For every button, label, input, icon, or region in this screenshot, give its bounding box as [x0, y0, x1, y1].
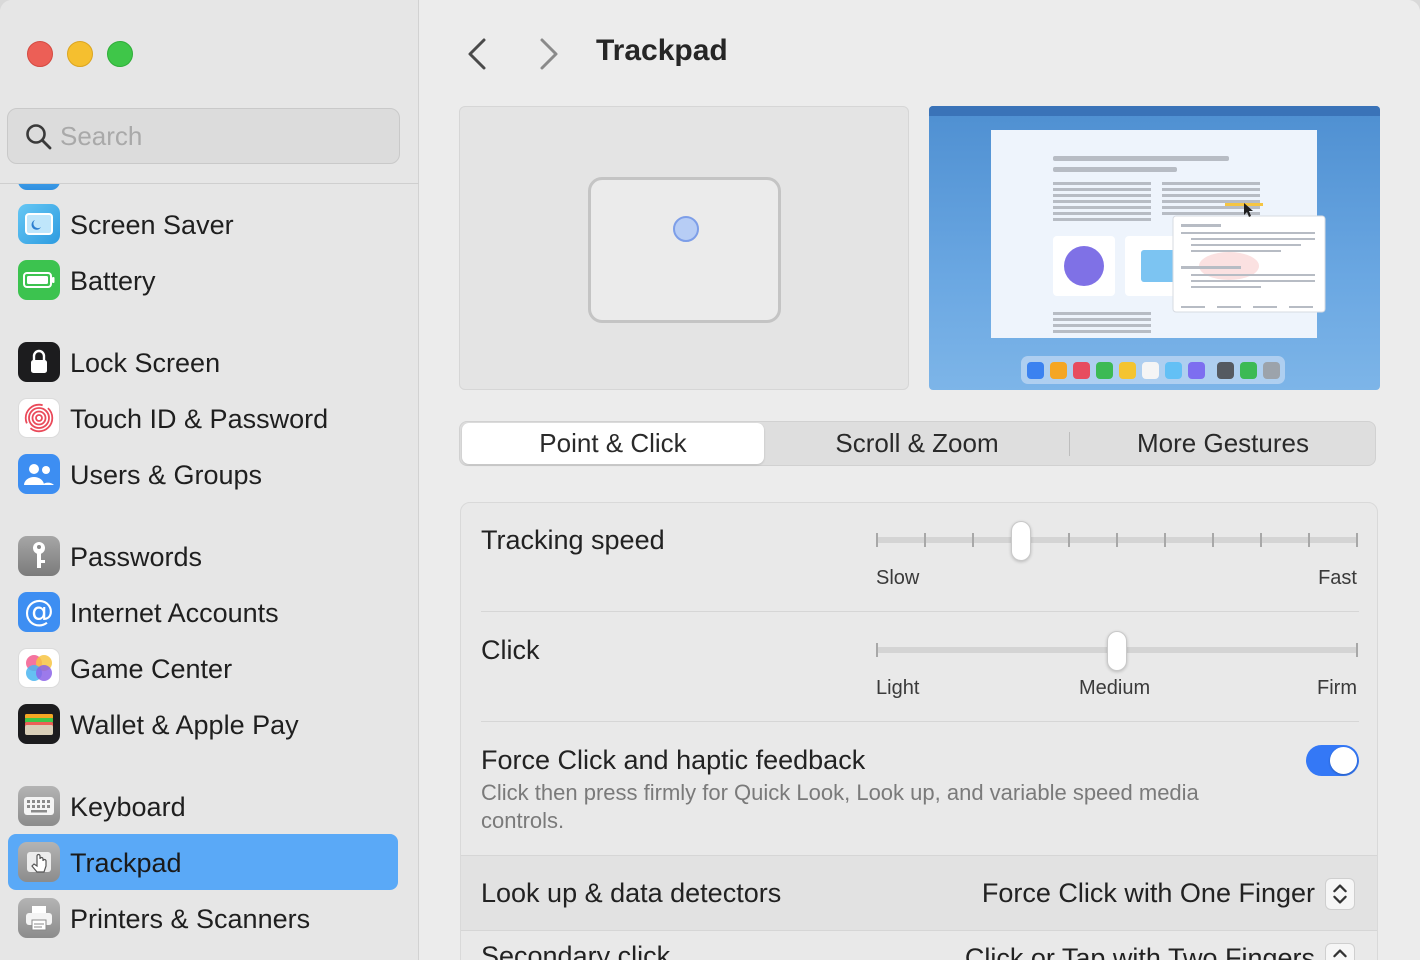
- sidebar-item-keyboard[interactable]: Keyboard: [8, 778, 398, 834]
- trackpad-icon: [18, 842, 60, 882]
- keyboard-icon: [18, 786, 60, 826]
- sidebar-list[interactable]: Screen Saver Battery Lock Screen Touch I…: [0, 184, 419, 960]
- trackpad-preview: [459, 106, 909, 390]
- sidebar-item-label: Passwords: [70, 542, 203, 572]
- slider-tick: [876, 643, 878, 657]
- sidebar-item-wallet[interactable]: Wallet & Apple Pay: [8, 696, 398, 752]
- tab-point-click[interactable]: Point & Click: [462, 423, 764, 464]
- forward-button[interactable]: [532, 34, 566, 74]
- slider-tick: [924, 533, 926, 547]
- fast-label: Fast: [1318, 567, 1357, 589]
- lookup-popup-chevrons-icon[interactable]: [1325, 878, 1355, 910]
- settings-window: Screen Saver Battery Lock Screen Touch I…: [0, 0, 1420, 960]
- battery-icon: [18, 260, 60, 300]
- settings-panel: Tracking speed Slow Fast Click Light Med…: [460, 502, 1378, 960]
- back-button[interactable]: [460, 34, 494, 74]
- sidebar-item-screen-saver[interactable]: Screen Saver: [8, 196, 398, 252]
- partially-hidden-item-icon: [18, 184, 60, 190]
- wallet-icon: [18, 704, 60, 744]
- toggle-knob: [1330, 747, 1357, 774]
- sidebar-item-label: Battery: [70, 266, 156, 296]
- secondary-click-popup-value[interactable]: Click or Tap with Two Fingers: [965, 943, 1315, 960]
- desktop-preview: [929, 106, 1380, 390]
- tab-bar: Point & Click Scroll & Zoom More Gesture…: [459, 421, 1376, 466]
- sidebar-item-internet-accounts[interactable]: @ Internet Accounts: [8, 584, 398, 640]
- slider-tick: [1356, 643, 1358, 657]
- minimize-button[interactable]: [67, 41, 93, 67]
- sidebar-item-printers-scanners[interactable]: Printers & Scanners: [8, 890, 398, 946]
- lock-icon: [18, 342, 60, 382]
- sidebar-item-label: Game Center: [70, 654, 233, 684]
- tab-scroll-zoom[interactable]: Scroll & Zoom: [766, 423, 1068, 464]
- close-button[interactable]: [27, 41, 53, 67]
- sidebar: Screen Saver Battery Lock Screen Touch I…: [0, 0, 419, 960]
- trackpad-illustration: [588, 177, 781, 323]
- slider-tick: [1308, 533, 1310, 547]
- sidebar-item-label: Trackpad: [70, 848, 182, 878]
- lookup-label: Look up & data detectors: [481, 878, 782, 908]
- slider-tick: [1164, 533, 1166, 547]
- sidebar-item-label: Lock Screen: [70, 348, 221, 378]
- sidebar-item-label: Touch ID & Password: [70, 404, 329, 434]
- slider-tick: [1116, 533, 1118, 547]
- secondary-click-label: Secondary click: [481, 941, 671, 960]
- slider-tick: [876, 533, 878, 547]
- sidebar-item-lock-screen[interactable]: Lock Screen: [8, 334, 398, 390]
- sidebar-item-label: Wallet & Apple Pay: [70, 710, 299, 740]
- slow-label: Slow: [876, 567, 920, 589]
- slider-thumb[interactable]: [1107, 631, 1127, 671]
- sidebar-item-touch-id[interactable]: Touch ID & Password: [8, 390, 398, 446]
- slider-tick: [972, 533, 974, 547]
- page-title: Trackpad: [596, 34, 728, 67]
- tab-separator: [1069, 432, 1070, 456]
- sidebar-item-passwords[interactable]: Passwords: [8, 528, 398, 584]
- tab-more-gestures[interactable]: More Gestures: [1072, 423, 1374, 464]
- slider-tick: [1212, 533, 1214, 547]
- search-field[interactable]: [7, 108, 400, 164]
- sidebar-item-users-groups[interactable]: Users & Groups: [8, 446, 398, 502]
- row-divider: [481, 611, 1359, 612]
- main-content: Trackpad Point & Click Scroll & Zoom Mor…: [420, 0, 1420, 960]
- sidebar-item-trackpad[interactable]: Trackpad: [8, 834, 398, 890]
- row-divider: [481, 721, 1359, 722]
- search-icon: [26, 124, 52, 150]
- slider-thumb[interactable]: [1011, 521, 1031, 561]
- fingerprint-icon: [18, 398, 60, 438]
- medium-label: Medium: [1079, 677, 1151, 699]
- slider-tick: [1356, 533, 1358, 547]
- slider-tick: [1260, 533, 1262, 547]
- sidebar-item-game-center[interactable]: Game Center: [8, 640, 398, 696]
- light-label: Light: [876, 677, 920, 699]
- zoom-button[interactable]: [107, 41, 133, 67]
- game-center-icon: [18, 648, 60, 688]
- secondary-click-popup-chevrons-icon[interactable]: [1325, 943, 1355, 960]
- sidebar-item-label: Printers & Scanners: [70, 904, 311, 934]
- lookup-popup-value[interactable]: Force Click with One Finger: [982, 878, 1315, 909]
- sidebar-item-label: Users & Groups: [70, 460, 263, 490]
- sidebar-item-label: Screen Saver: [70, 210, 234, 240]
- click-label: Click: [481, 635, 540, 665]
- lookup-row: Look up & data detectors Force Click wit…: [461, 855, 1377, 931]
- sidebar-item-battery[interactable]: Battery: [8, 252, 398, 308]
- at-sign-icon: @: [18, 592, 60, 632]
- desktop-preview-illustration: [929, 106, 1380, 384]
- slider-tick: [1068, 533, 1070, 547]
- click-pressure-slider[interactable]: [876, 631, 1358, 671]
- force-click-label: Force Click and haptic feedback: [481, 745, 866, 775]
- tracking-speed-slider[interactable]: [876, 521, 1358, 561]
- sidebar-item-label: Keyboard: [70, 792, 186, 822]
- printer-icon: [18, 898, 60, 938]
- force-click-toggle[interactable]: [1306, 745, 1359, 776]
- firm-label: Firm: [1317, 677, 1357, 699]
- key-icon: [18, 536, 60, 576]
- touch-point-indicator: [673, 216, 699, 242]
- screen-saver-icon: [18, 204, 60, 244]
- search-input[interactable]: [60, 119, 380, 153]
- tracking-speed-label: Tracking speed: [481, 525, 665, 555]
- sidebar-item-label: Internet Accounts: [70, 598, 279, 628]
- force-click-description: Click then press firmly for Quick Look, …: [481, 780, 1199, 833]
- users-icon: [18, 454, 60, 494]
